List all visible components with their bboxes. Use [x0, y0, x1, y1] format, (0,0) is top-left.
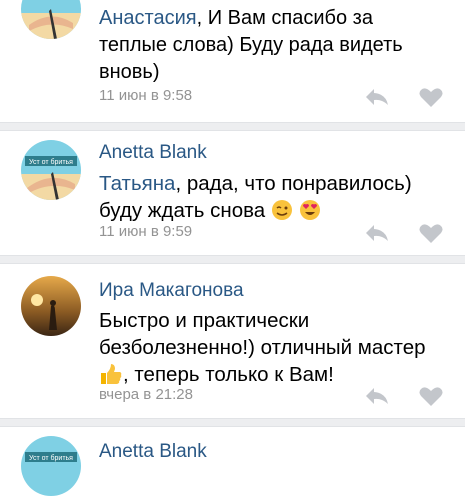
- comment-1: Анастасия, И Вам спасибо за теплые слова…: [0, 0, 465, 124]
- comment-4: Уст от бритья Anetta Blank: [0, 427, 465, 496]
- comment-author[interactable]: Ира Макагонова: [99, 280, 244, 302]
- svg-text:Уст от бритья: Уст от бритья: [29, 158, 73, 166]
- reply-arrow-icon[interactable]: [364, 222, 390, 244]
- comment-2: Уст от бритья Anetta Blank Татьяна, рада…: [0, 131, 465, 255]
- reply-arrow-icon[interactable]: [364, 385, 390, 407]
- comment-text: Татьяна, рада, что понравилось) буду жда…: [99, 170, 439, 228]
- avatar[interactable]: Уст от бритья: [21, 140, 81, 200]
- avatar[interactable]: [21, 0, 81, 39]
- comment-time[interactable]: 11 июн в 9:58: [99, 87, 192, 104]
- comment-author[interactable]: Anetta Blank: [99, 441, 207, 463]
- winking-face-emoji: [271, 199, 293, 228]
- comment-time[interactable]: вчера в 21:28: [99, 386, 193, 403]
- comment-text: Быстро и практически безболезненно!) отл…: [99, 307, 439, 392]
- avatar[interactable]: [21, 276, 81, 336]
- comment-time[interactable]: 11 июн в 9:59: [99, 223, 192, 240]
- comment-author[interactable]: Анастасия, И Вам спасибо за теплые слова…: [99, 5, 439, 86]
- heart-icon[interactable]: [418, 385, 444, 407]
- reply-arrow-icon[interactable]: [364, 86, 390, 108]
- heart-icon[interactable]: [418, 86, 444, 108]
- divider: [0, 255, 465, 264]
- mention-link[interactable]: Татьяна: [99, 172, 175, 195]
- divider: [0, 122, 465, 131]
- divider: [0, 418, 465, 427]
- heart-eyes-emoji: [299, 199, 321, 228]
- avatar[interactable]: Уст от бритья: [21, 436, 81, 496]
- svg-text:Уст от бритья: Уст от бритья: [29, 454, 73, 462]
- heart-icon[interactable]: [418, 222, 444, 244]
- comment-author[interactable]: Anetta Blank: [99, 142, 207, 164]
- comment-3: Ира Макагонова Быстро и практически безб…: [0, 264, 465, 414]
